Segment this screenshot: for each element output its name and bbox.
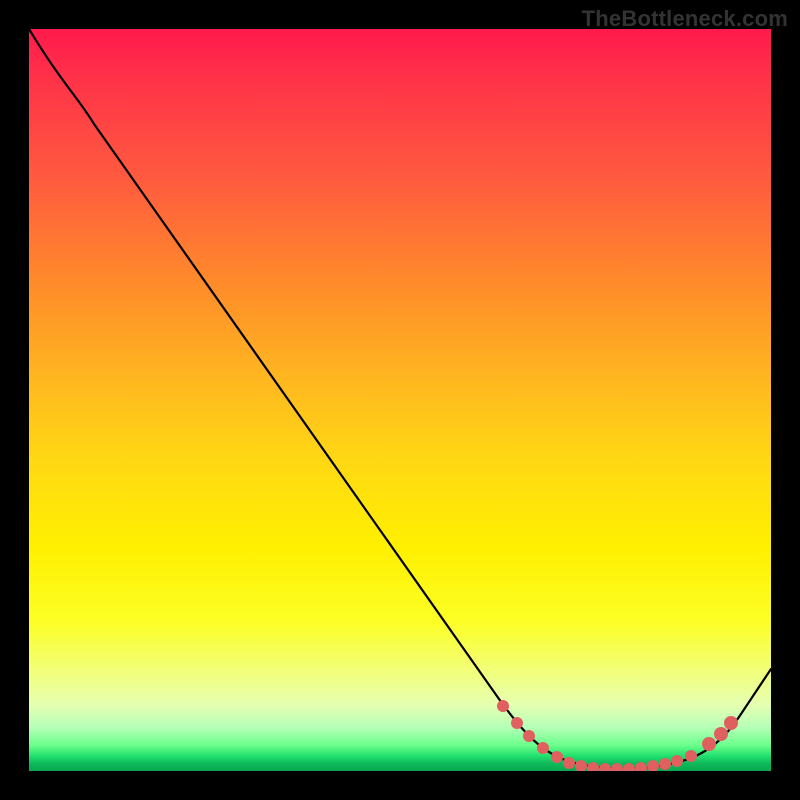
marker-dots — [497, 700, 738, 771]
plot-area — [29, 29, 771, 771]
watermark-text: TheBottleneck.com — [582, 6, 788, 32]
curve-path — [29, 29, 771, 769]
chart-frame: TheBottleneck.com — [0, 0, 800, 800]
bottleneck-curve — [29, 29, 771, 771]
